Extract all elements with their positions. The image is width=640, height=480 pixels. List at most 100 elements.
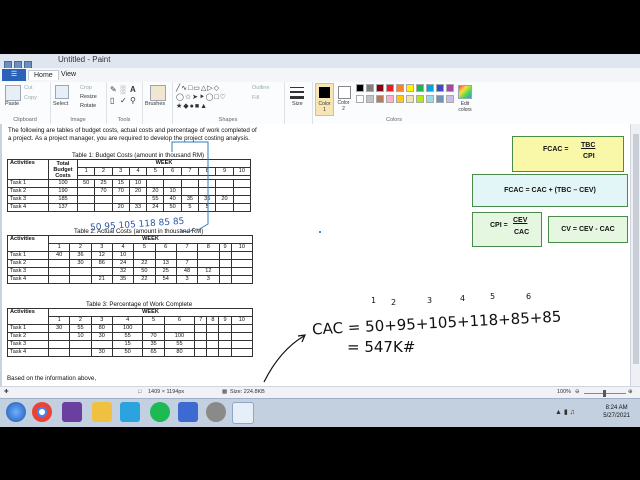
handwritten-result: = 547K# <box>347 338 416 356</box>
file-explorer-icon[interactable] <box>92 402 112 422</box>
zoom-level: 100% <box>557 389 572 395</box>
clipboard-group-label: Clipboard <box>13 117 37 123</box>
palette-swatch[interactable] <box>416 95 424 103</box>
size-line-thick <box>290 96 304 99</box>
outline-button[interactable]: Outline <box>252 85 269 91</box>
size-line-thin <box>290 87 304 88</box>
hw-num-6: 6 <box>526 292 532 301</box>
color1-swatch <box>319 87 330 98</box>
palette-swatch[interactable] <box>396 84 404 92</box>
paste-icon[interactable] <box>5 85 21 101</box>
size-group: Size <box>284 82 313 124</box>
tools-group: ✎ ░ A ▯ ✓ ⚲ Tools <box>106 82 143 124</box>
pencil-icon[interactable]: ✎ <box>110 85 117 94</box>
obs-icon[interactable] <box>206 402 226 422</box>
tray-clock[interactable]: 8:24 AM 5/27/2021 <box>603 404 630 420</box>
magnifier-icon[interactable]: ⚲ <box>130 96 136 105</box>
palette-swatch[interactable] <box>436 95 444 103</box>
hw-num-2: 2 <box>391 298 397 307</box>
eraser-icon[interactable]: ▯ <box>110 96 114 105</box>
colors-group-label: Colors <box>386 117 402 123</box>
color-palette <box>356 84 456 106</box>
ribbon: Paste Cut Copy Clipboard Select Crop Res… <box>0 82 640 125</box>
tools-group-label: Tools <box>117 117 131 123</box>
tab-view[interactable]: View <box>56 70 81 79</box>
select-button[interactable]: Select <box>53 101 68 107</box>
palette-swatch[interactable] <box>416 84 424 92</box>
palette-swatch[interactable] <box>446 84 454 92</box>
clipboard-group: Paste Cut Copy Clipboard <box>0 82 51 124</box>
file-size-icon: ▩ <box>222 389 228 395</box>
fill-icon[interactable]: ░ <box>120 85 126 94</box>
ink-dot <box>319 231 321 233</box>
palette-swatch[interactable] <box>406 84 414 92</box>
zoom-slider-thumb[interactable] <box>603 390 606 397</box>
paste-button[interactable]: Paste <box>5 101 19 107</box>
file-size: Size: 224.8KB <box>230 389 265 395</box>
image-group: Select Crop Resize Rotate Image <box>50 82 107 124</box>
palette-swatch[interactable] <box>366 95 374 103</box>
chrome-icon[interactable] <box>32 402 52 422</box>
palette-swatch[interactable] <box>366 84 374 92</box>
spotify-icon[interactable] <box>150 402 170 422</box>
resize-button[interactable]: Resize <box>80 94 97 100</box>
brushes-button[interactable]: Brushes <box>145 101 165 107</box>
color2-button[interactable]: Color 2 <box>335 83 352 114</box>
paint-taskbar-icon[interactable] <box>232 402 254 424</box>
telegram-icon[interactable] <box>120 402 140 422</box>
shapes-gallery-row2[interactable]: ◯☆➤⯈◯□♡ <box>176 93 227 102</box>
paint-canvas[interactable]: The following are tables of budget costs… <box>2 124 630 386</box>
color1-selected[interactable]: Color 1 <box>315 83 334 116</box>
vertical-scrollbar[interactable] <box>630 124 640 386</box>
start-button-icon[interactable] <box>6 402 26 422</box>
palette-swatch[interactable] <box>386 95 394 103</box>
image-dimensions: 1409 × 1194px <box>148 389 185 395</box>
palette-swatch[interactable] <box>406 95 414 103</box>
palette-swatch[interactable] <box>426 95 434 103</box>
blue-bracket-stroke <box>171 141 209 231</box>
blue-underline-stroke <box>179 227 195 233</box>
quick-access-toolbar[interactable] <box>4 56 44 69</box>
title-bar: Untitled - Paint <box>0 54 640 69</box>
file-menu-button[interactable]: ☰ <box>2 69 26 81</box>
palette-swatch[interactable] <box>376 84 384 92</box>
color-picker-icon[interactable]: ✓ <box>120 96 127 105</box>
arrow-shaft <box>263 335 305 383</box>
tab-home[interactable]: Home <box>28 70 59 80</box>
shapes-gallery[interactable]: ╱∿□▭△▷◇ <box>176 84 220 92</box>
palette-swatch[interactable] <box>376 95 384 103</box>
select-icon[interactable] <box>55 85 69 99</box>
shapes-gallery-row3[interactable]: ★◆●■▲ <box>176 102 208 110</box>
zoom-in-button[interactable]: ⊕ <box>628 389 633 395</box>
ribbon-tabs: ☰ Home View <box>0 68 640 83</box>
text-icon[interactable]: A <box>130 85 136 94</box>
taskbar: ▲ ▮ ♫ 8:24 AM 5/27/2021 <box>0 398 640 427</box>
window-title: Untitled - Paint <box>58 55 111 64</box>
visual-studio-icon[interactable] <box>62 402 82 422</box>
palette-swatch[interactable] <box>386 84 394 92</box>
size-button[interactable]: Size <box>292 101 303 107</box>
palette-swatch[interactable] <box>356 84 364 92</box>
edit-colors-icon[interactable] <box>458 85 472 99</box>
hw-num-3: 3 <box>427 296 433 305</box>
tray-icons[interactable]: ▲ ▮ ♫ <box>555 408 575 416</box>
palette-swatch[interactable] <box>436 84 444 92</box>
palette-swatch[interactable] <box>356 95 364 103</box>
shapes-group: ╱∿□▭△▷◇ ◯☆➤⯈◯□♡ ★◆●■▲ Outline Fill Shape… <box>172 82 285 124</box>
scrollbar-thumb[interactable] <box>633 134 639 364</box>
cut-button[interactable]: Cut <box>24 85 33 91</box>
zoom-out-button[interactable]: ⊖ <box>575 389 580 395</box>
crop-button[interactable]: Crop <box>80 85 92 91</box>
palette-swatch[interactable] <box>396 95 404 103</box>
fill-button[interactable]: Fill <box>252 95 259 101</box>
edit-colors-button[interactable]: Edit colors <box>455 101 475 113</box>
brush-icon[interactable] <box>150 85 166 101</box>
hw-num-5: 5 <box>490 292 496 301</box>
rotate-button[interactable]: Rotate <box>80 103 96 109</box>
color2-label: Color 2 <box>337 100 350 112</box>
copy-button[interactable]: Copy <box>24 95 37 101</box>
palette-swatch[interactable] <box>426 84 434 92</box>
hw-num-1: 1 <box>371 296 377 305</box>
palette-swatch[interactable] <box>446 95 454 103</box>
word-icon[interactable] <box>178 402 198 422</box>
